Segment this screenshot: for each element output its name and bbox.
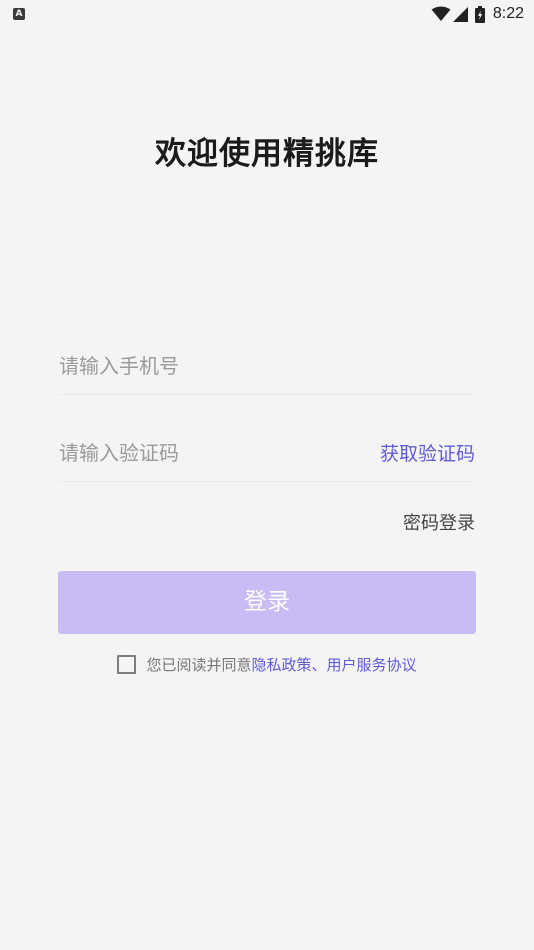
agreement-checkbox[interactable] [117,655,137,674]
phone-field [59,346,475,395]
user-service-agreement-link[interactable]: 用户服务协议 [327,654,417,675]
privacy-policy-link[interactable]: 隐私政策 [251,654,311,675]
battery-icon [474,5,485,23]
password-login-link[interactable]: 密码登录 [403,509,475,535]
agreement-row: 您已阅读并同意 隐私政策 、 用户服务协议 [0,654,534,675]
page-title: 欢迎使用精挑库 [155,136,379,172]
login-button[interactable]: 登录 [58,571,476,634]
get-code-button[interactable]: 获取验证码 [380,439,475,466]
status-bar: A 8:22 [0,0,534,28]
verification-code-field: 获取验证码 [59,433,475,482]
signal-icon [452,7,468,22]
verification-code-input[interactable] [59,433,319,473]
clock-time: 8:22 [492,5,524,22]
notification-a-icon: A [13,8,25,20]
agreement-prefix-text: 您已阅读并同意 [146,656,252,674]
agreement-separator: 、 [311,656,327,674]
status-bar-right: 8:22 [431,4,524,24]
wifi-icon [431,6,451,21]
phone-input[interactable] [59,346,319,386]
